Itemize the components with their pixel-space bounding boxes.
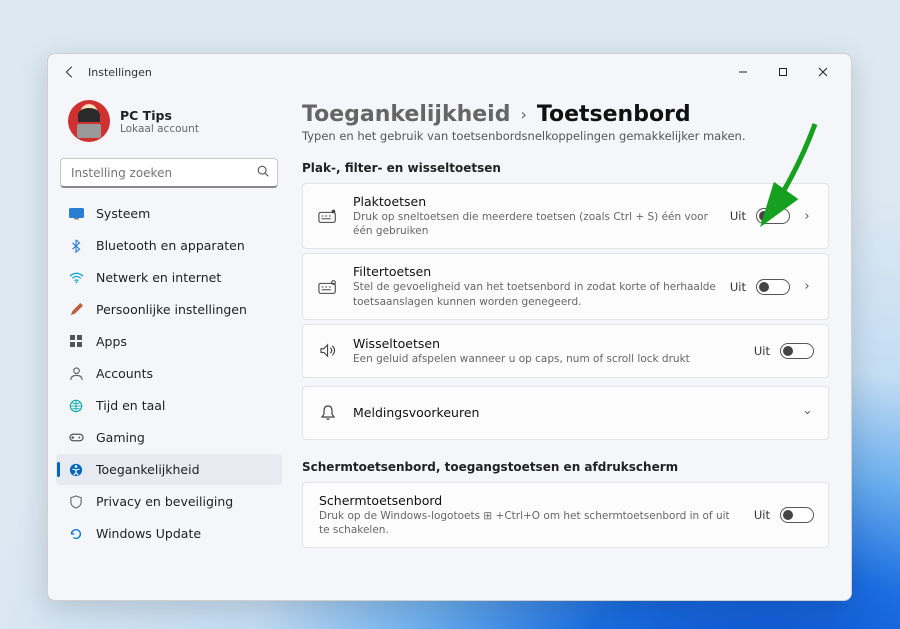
update-icon xyxy=(68,526,84,542)
sidebar-item-label: Netwerk en internet xyxy=(96,270,221,285)
sidebar-item-label: Toegankelijkheid xyxy=(96,462,200,477)
chevron-down-icon[interactable]: › xyxy=(800,406,815,420)
content-area: PC Tips Lokaal account Systeem Bluetooth… xyxy=(48,90,851,600)
profile-name: PC Tips xyxy=(120,108,199,123)
profile-block[interactable]: PC Tips Lokaal account xyxy=(56,94,282,156)
chevron-right-icon: › xyxy=(520,105,526,124)
card-desc: Druk op sneltoetsen die meerdere toetsen… xyxy=(353,210,716,238)
card-plaktoetsen[interactable]: Plaktoetsen Druk op sneltoetsen die meer… xyxy=(302,183,829,249)
nav-list: Systeem Bluetooth en apparaten Netwerk e… xyxy=(56,198,282,549)
minimize-button[interactable] xyxy=(723,57,763,87)
bell-icon xyxy=(317,404,339,421)
breadcrumb-parent[interactable]: Toegankelijkheid xyxy=(302,102,510,127)
titlebar: Instellingen xyxy=(48,54,851,90)
monitor-icon xyxy=(68,206,84,222)
search-wrap xyxy=(60,158,278,188)
sidebar-item-label: Tijd en taal xyxy=(96,398,165,413)
gamepad-icon xyxy=(68,430,84,446)
globe-icon xyxy=(68,398,84,414)
toggle-schermtoetsenbord[interactable] xyxy=(780,507,814,523)
search-input[interactable] xyxy=(60,158,278,188)
sidebar-item-bluetooth[interactable]: Bluetooth en apparaten xyxy=(56,230,282,261)
sidebar-item-update[interactable]: Windows Update xyxy=(56,518,282,549)
card-desc: Een geluid afspelen wanneer u op caps, n… xyxy=(353,352,740,366)
sidebar-item-label: Privacy en beveiliging xyxy=(96,494,233,509)
brush-icon xyxy=(68,302,84,318)
card-meldingen[interactable]: Meldingsvoorkeuren › xyxy=(302,386,829,440)
card-title: Wisseltoetsen xyxy=(353,336,740,351)
sidebar-item-label: Gaming xyxy=(96,430,145,445)
sidebar-item-toegankelijkheid[interactable]: Toegankelijkheid xyxy=(56,454,282,485)
sidebar-item-label: Persoonlijke instellingen xyxy=(96,302,247,317)
person-icon xyxy=(68,366,84,382)
search-icon xyxy=(256,164,270,182)
profile-subtitle: Lokaal account xyxy=(120,123,199,135)
sidebar-item-label: Apps xyxy=(96,334,127,349)
sidebar-item-systeem[interactable]: Systeem xyxy=(56,198,282,229)
close-button[interactable] xyxy=(803,57,843,87)
sidebar-item-gaming[interactable]: Gaming xyxy=(56,422,282,453)
window-title: Instellingen xyxy=(88,66,152,79)
breadcrumb: Toegankelijkheid › Toetsenbord xyxy=(302,102,829,127)
window-controls xyxy=(723,57,843,87)
sidebar-item-label: Systeem xyxy=(96,206,150,221)
accessibility-icon xyxy=(68,462,84,478)
section-label-1: Plak-, filter- en wisseltoetsen xyxy=(302,161,829,175)
sidebar-item-apps[interactable]: Apps xyxy=(56,326,282,357)
page-subtitle: Typen en het gebruik van toetsenbordsnel… xyxy=(302,129,829,143)
toggle-state: Uit xyxy=(730,209,746,223)
keyboard-icon xyxy=(317,208,339,224)
chevron-right-icon[interactable]: › xyxy=(800,279,814,294)
card-desc: Stel de gevoeligheid van het toetsenbord… xyxy=(353,280,716,308)
card-filtertoetsen[interactable]: Filtertoetsen Stel de gevoeligheid van h… xyxy=(302,253,829,319)
sidebar-item-label: Accounts xyxy=(96,366,153,381)
card-desc: Druk op de Windows-logotoets ⊞ +Ctrl+O o… xyxy=(319,509,740,537)
toggle-state: Uit xyxy=(754,508,770,522)
settings-window: Instellingen PC Tips Lokaal account xyxy=(47,53,852,601)
toggle-state: Uit xyxy=(730,280,746,294)
bluetooth-icon xyxy=(68,238,84,254)
toggle-filtertoetsen[interactable] xyxy=(756,279,790,295)
card-title: Schermtoetsenbord xyxy=(319,493,740,508)
wifi-icon xyxy=(68,270,84,286)
breadcrumb-current: Toetsenbord xyxy=(537,102,691,127)
sidebar: PC Tips Lokaal account Systeem Bluetooth… xyxy=(48,90,290,600)
toggle-state: Uit xyxy=(754,344,770,358)
sidebar-item-tijd[interactable]: Tijd en taal xyxy=(56,390,282,421)
section-label-2: Schermtoetsenbord, toegangstoetsen en af… xyxy=(302,460,829,474)
maximize-button[interactable] xyxy=(763,57,803,87)
shield-icon xyxy=(68,494,84,510)
sidebar-item-label: Bluetooth en apparaten xyxy=(96,238,245,253)
card-title: Filtertoetsen xyxy=(353,264,716,279)
toggle-wisseltoetsen[interactable] xyxy=(780,343,814,359)
card-wisseltoetsen[interactable]: Wisseltoetsen Een geluid afspelen wannee… xyxy=(302,324,829,378)
card-title: Plaktoetsen xyxy=(353,194,716,209)
chevron-right-icon[interactable]: › xyxy=(800,209,814,224)
filter-keyboard-icon xyxy=(317,279,339,295)
sidebar-item-accounts[interactable]: Accounts xyxy=(56,358,282,389)
sidebar-item-persoonlijk[interactable]: Persoonlijke instellingen xyxy=(56,294,282,325)
sidebar-item-privacy[interactable]: Privacy en beveiliging xyxy=(56,486,282,517)
toggle-plaktoetsen[interactable] xyxy=(756,208,790,224)
card-schermtoetsenbord[interactable]: Schermtoetsenbord Druk op de Windows-log… xyxy=(302,482,829,548)
avatar xyxy=(68,100,110,142)
back-button[interactable] xyxy=(56,58,84,86)
sound-icon xyxy=(317,343,339,358)
apps-icon xyxy=(68,334,84,350)
sidebar-item-label: Windows Update xyxy=(96,526,201,541)
card-title: Meldingsvoorkeuren xyxy=(353,405,786,420)
sidebar-item-netwerk[interactable]: Netwerk en internet xyxy=(56,262,282,293)
main-panel: Toegankelijkheid › Toetsenbord Typen en … xyxy=(290,90,851,600)
